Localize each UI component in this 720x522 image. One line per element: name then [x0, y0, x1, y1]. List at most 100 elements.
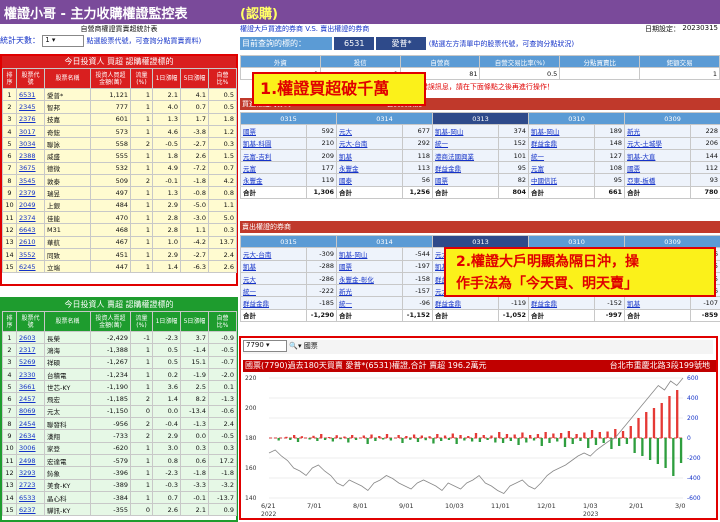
broker-name[interactable]: 港商法國興業: [432, 148, 500, 163]
broker-name[interactable]: 國票: [432, 173, 500, 187]
stock-code-link[interactable]: 3545: [16, 174, 45, 188]
stock-code-link[interactable]: 3006: [16, 441, 45, 455]
broker-amount: 206: [690, 136, 720, 150]
broker-amount: 177: [305, 161, 338, 175]
total-value: -1,152: [402, 308, 434, 323]
stock-code-link[interactable]: 3675: [16, 161, 45, 176]
table-cell: 3.6: [152, 380, 181, 394]
table-cell: -389: [90, 478, 131, 492]
stock-code-link[interactable]: 2498: [16, 453, 45, 468]
broker-amount: 592: [305, 124, 338, 138]
broker-name[interactable]: 元大: [336, 124, 404, 138]
broker-name[interactable]: 新光: [336, 284, 404, 298]
broker-name[interactable]: 新光: [624, 124, 692, 138]
broker-name[interactable]: 永豐金: [240, 173, 307, 187]
broker-name[interactable]: 群益金鼎: [528, 296, 596, 310]
broker-name[interactable]: 群益金鼎: [432, 161, 500, 175]
stock-code-link[interactable]: 6245: [16, 260, 45, 274]
table-row: 6 2457 飛宏 -1,185 2 1.4 8.2 -1.3: [2, 392, 237, 406]
broker-name[interactable]: 元富: [528, 161, 596, 175]
date-header: 0314: [336, 111, 434, 126]
broker-name[interactable]: 凱基-岡山: [432, 124, 500, 138]
stock-code-link[interactable]: 3661: [16, 380, 45, 394]
broker-select[interactable]: 7790 ▾: [243, 340, 287, 352]
broker-name[interactable]: 中國信託: [528, 173, 596, 187]
broker-name[interactable]: 元大-土城學: [624, 136, 692, 150]
table-cell: 4.2: [208, 174, 237, 188]
total-label: 合計: [432, 185, 500, 200]
stock-code-link[interactable]: 6643: [16, 223, 45, 237]
broker-name[interactable]: 凱基-科園: [240, 136, 307, 150]
broker-name[interactable]: 凱基: [624, 296, 692, 310]
table-cell: 555: [90, 149, 131, 163]
broker-name[interactable]: 元大-台南: [336, 136, 404, 150]
date-value[interactable]: 20230315: [682, 24, 718, 32]
volume-bar: [420, 435, 423, 438]
broker-name[interactable]: 永豐金: [336, 161, 404, 175]
query-code[interactable]: 6531: [334, 37, 375, 50]
broker-name[interactable]: 群益金鼎: [528, 136, 596, 150]
broker-name[interactable]: 群益金鼎: [240, 296, 307, 310]
broker-name[interactable]: 統一: [528, 148, 596, 163]
broker-name[interactable]: 元富: [240, 161, 307, 175]
broker-name[interactable]: 凱基: [336, 148, 404, 163]
stock-code-link[interactable]: 3293: [16, 466, 45, 480]
volume-bar: [347, 438, 350, 443]
broker-amount: -544: [402, 247, 434, 261]
total-label: 合計: [528, 185, 596, 200]
broker-name[interactable]: 元大-台南: [240, 247, 307, 261]
app-title: 權證小哥 - 主力收購權證監控表: [4, 7, 188, 22]
chart-title: 國票(7790)過去180天買賣 愛普*(6531)權證,合計 賣超 196.2…: [243, 360, 716, 372]
stock-code-link[interactable]: 3017: [16, 124, 45, 139]
stock-code-link[interactable]: 2457: [16, 392, 45, 406]
broker-name[interactable]: 元富-吉利: [240, 148, 307, 163]
table-cell: 晶心科: [44, 490, 91, 505]
summary-header: 自營交易比率(%): [479, 55, 561, 68]
broker-name[interactable]: 國票: [336, 259, 404, 273]
table-cell: 0.3: [208, 137, 237, 151]
table-cell: 1: [2, 330, 17, 345]
broker-name[interactable]: 統一: [240, 284, 307, 298]
broker-name[interactable]: 凱基-岡山: [336, 247, 404, 261]
stock-code-link[interactable]: 2634: [16, 429, 45, 443]
broker-name[interactable]: 元大: [240, 271, 307, 286]
broker-name[interactable]: 群益金鼎: [432, 296, 500, 310]
broker-name[interactable]: 國票: [240, 124, 307, 138]
table-cell: -579: [90, 453, 131, 468]
stock-code-link[interactable]: 2603: [16, 330, 45, 345]
table-cell: -2.7: [180, 247, 209, 262]
broker-name[interactable]: 統一: [432, 136, 500, 150]
broker-name[interactable]: 凱基: [240, 259, 307, 273]
stock-code-link[interactable]: 2723: [16, 478, 45, 492]
stock-code-link[interactable]: 2317: [16, 343, 45, 357]
stock-code-link[interactable]: 6237: [16, 503, 45, 517]
table-cell: 573: [90, 124, 131, 139]
broker-name[interactable]: 凱基-大直: [624, 148, 692, 163]
stock-code-link[interactable]: 6533: [16, 490, 45, 505]
volume-bar: [447, 438, 451, 440]
stock-code-link[interactable]: 2330: [16, 367, 45, 382]
stock-code-link[interactable]: 2454: [16, 417, 45, 431]
stock-code-link[interactable]: 3552: [16, 247, 45, 262]
stock-code-link[interactable]: 2374: [16, 210, 45, 225]
stock-code-link[interactable]: 2610: [16, 235, 45, 249]
stock-code-link[interactable]: 6531: [16, 87, 45, 102]
table-row: 國票 592 元大 677 凱基-岡山 374 凱基-岡山 189 新光 228: [240, 124, 720, 138]
stock-code-link[interactable]: 2345: [16, 100, 45, 114]
broker-name[interactable]: 國票: [624, 161, 692, 175]
broker-name[interactable]: 凱基-岡山: [528, 124, 596, 138]
broker-name[interactable]: 國泰: [336, 173, 404, 187]
stock-code-link[interactable]: 2049: [16, 198, 45, 212]
broker-name[interactable]: 亞東-板橋: [624, 173, 692, 187]
zoom-icon[interactable]: 🔍▾: [289, 342, 301, 350]
broker-name[interactable]: 永豐金-彰化: [336, 271, 404, 286]
stock-code-link[interactable]: 8069: [16, 404, 45, 419]
stat-days-select[interactable]: 1 ▾: [42, 35, 85, 47]
stock-code-link[interactable]: 5269: [16, 355, 45, 369]
stock-code-link[interactable]: 2379: [16, 186, 45, 200]
broker-name[interactable]: 統一: [336, 296, 404, 310]
stock-code-link[interactable]: 2388: [16, 149, 45, 163]
stock-code-link[interactable]: 2376: [16, 112, 45, 126]
volume-bar: [451, 433, 454, 438]
stock-code-link[interactable]: 3034: [16, 137, 45, 151]
